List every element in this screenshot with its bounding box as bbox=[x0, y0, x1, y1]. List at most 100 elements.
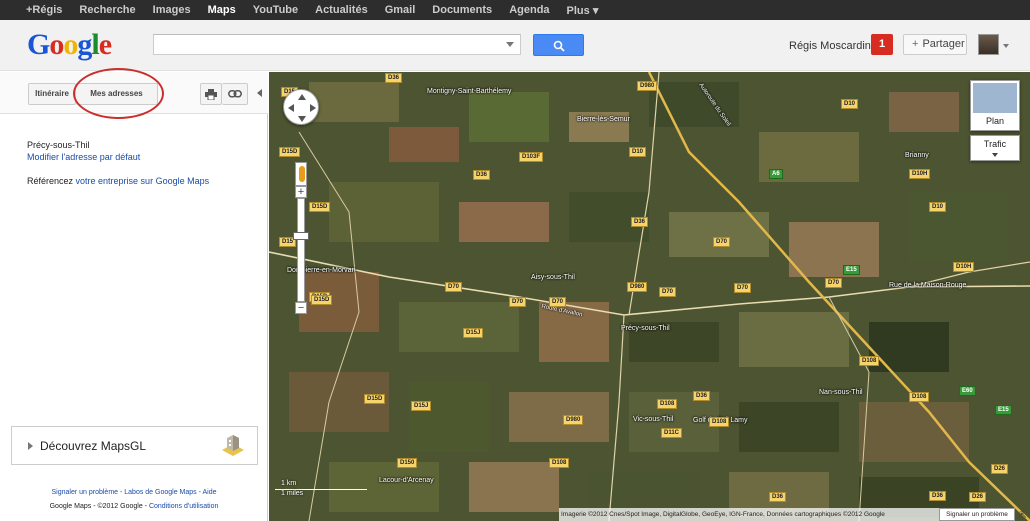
copyright-text: Google Maps - ©2012 Google - bbox=[49, 503, 149, 510]
road-label: D10 bbox=[841, 99, 859, 109]
avatar[interactable] bbox=[978, 34, 999, 55]
town-label: Nan-sous-Thil bbox=[819, 389, 863, 396]
gbar-item-1[interactable]: Recherche bbox=[79, 4, 135, 16]
search-dropdown-icon[interactable] bbox=[506, 42, 514, 47]
pan-arrows-icon bbox=[288, 94, 316, 122]
modify-default-address-link[interactable]: Modifier l'adresse par défaut bbox=[27, 152, 140, 162]
road-label: D36 bbox=[693, 391, 711, 401]
road-label: D15J bbox=[411, 401, 432, 411]
road-label: D108 bbox=[549, 458, 570, 468]
notification-badge[interactable]: 1 bbox=[871, 34, 893, 55]
town-label: Bierre-lès-Semur bbox=[577, 116, 630, 123]
gbar-item-5[interactable]: Actualités bbox=[315, 4, 368, 16]
road-label: D15D bbox=[309, 202, 331, 212]
share-button[interactable]: + Partager bbox=[903, 34, 967, 55]
gbar-item-7[interactable]: Documents bbox=[432, 4, 492, 16]
plus-icon: + bbox=[912, 38, 919, 50]
road-label: D108 bbox=[657, 399, 678, 409]
map-view[interactable]: Montigny-Saint-Barthélemy Bierre-lès-Semu… bbox=[269, 72, 1030, 521]
road-label: D15D bbox=[311, 295, 333, 305]
business-link[interactable]: votre entreprise sur Google Maps bbox=[76, 176, 210, 186]
town-label: Vic-sous-Thil bbox=[633, 416, 674, 423]
satellite-imagery bbox=[269, 72, 1030, 521]
road-label: D11C bbox=[661, 428, 683, 438]
road-label: D10H bbox=[909, 169, 931, 179]
annotation-circle bbox=[73, 68, 164, 119]
search-icon bbox=[553, 40, 565, 52]
zoom-slider-track[interactable] bbox=[297, 198, 305, 302]
map-attribution: Imagerie ©2012 Cnes/Spot Image, DigitalG… bbox=[559, 508, 939, 521]
road-label: D10 bbox=[929, 202, 947, 212]
scale-miles: 1 miles bbox=[281, 490, 304, 497]
road-label: D980 bbox=[563, 415, 584, 425]
location-title: Précy-sous-Thil bbox=[27, 140, 90, 150]
pan-control[interactable] bbox=[283, 89, 319, 125]
road-label: D70 bbox=[734, 283, 752, 293]
road-label: D980 bbox=[637, 81, 658, 91]
town-label: Précy-sous-Thil bbox=[621, 325, 670, 332]
gbar-item-0[interactable]: +Régis bbox=[26, 4, 62, 16]
zoom-out-button[interactable]: − bbox=[295, 302, 307, 314]
road-label: E15 bbox=[995, 405, 1012, 415]
map-type-plan-button[interactable]: Plan bbox=[970, 80, 1020, 131]
gbar-item-2[interactable]: Images bbox=[153, 4, 191, 16]
mapsgl-promo[interactable]: Découvrez MapsGL bbox=[11, 426, 258, 465]
report-problem-button[interactable]: Signaler un problème bbox=[939, 508, 1015, 521]
map-thumbnail-icon bbox=[973, 83, 1017, 113]
chevron-right-icon bbox=[28, 442, 33, 450]
expand-icon[interactable]: ⇱ bbox=[1017, 509, 1029, 521]
ref-prefix: Référencez bbox=[27, 176, 76, 186]
traffic-button[interactable]: Trafic bbox=[970, 135, 1020, 161]
road-label: D70 bbox=[713, 237, 731, 247]
conditions-link[interactable]: Conditions d'utilisation bbox=[149, 503, 218, 510]
scale-km: 1 km bbox=[281, 480, 297, 487]
gbar-item-9[interactable]: Plus ▾ bbox=[567, 4, 599, 17]
footer-copyright: Google Maps - ©2012 Google - Conditions … bbox=[0, 503, 268, 510]
share-label: Partager bbox=[922, 38, 965, 50]
road-label: D26 bbox=[969, 492, 987, 502]
road-label: E60 bbox=[959, 386, 976, 396]
user-name[interactable]: Régis Moscardini bbox=[789, 40, 873, 52]
road-label: D70 bbox=[549, 297, 567, 307]
town-label: Brianny bbox=[905, 152, 929, 159]
tab-itineraire[interactable]: Itinéraire bbox=[28, 83, 76, 105]
gbar-item-6[interactable]: Gmail bbox=[385, 4, 416, 16]
road-label: D36 bbox=[385, 73, 403, 83]
road-label: D10H bbox=[953, 262, 975, 272]
printer-icon bbox=[205, 89, 217, 101]
road-label: D108 bbox=[859, 356, 880, 366]
town-label: Montigny-Saint-Barthélemy bbox=[427, 88, 512, 95]
road-label: D108 bbox=[909, 392, 930, 402]
gbar-item-3[interactable]: Maps bbox=[208, 4, 236, 16]
google-bar-nav: +Régis Recherche Images Maps YouTube Actualit… bbox=[0, 0, 1030, 20]
town-label: Rue de la Maison-Rouge bbox=[889, 282, 967, 289]
street-view-pegman-icon[interactable] bbox=[295, 162, 307, 186]
road-label: D150 bbox=[397, 458, 418, 468]
map-scale: 1 km 1 miles bbox=[275, 479, 367, 499]
road-label: D70 bbox=[659, 287, 677, 297]
link-button[interactable] bbox=[222, 83, 248, 105]
gbar-item-4[interactable]: YouTube bbox=[253, 4, 298, 16]
mapsgl-cube-icon bbox=[222, 435, 244, 456]
gbar-item-8[interactable]: Agenda bbox=[509, 4, 549, 16]
chevron-down-icon[interactable] bbox=[1003, 44, 1009, 48]
road-label: D36 bbox=[929, 491, 947, 501]
link-icon bbox=[227, 90, 242, 98]
road-label: D15J bbox=[463, 328, 484, 338]
zoom-slider-handle[interactable] bbox=[293, 232, 309, 240]
search-button[interactable] bbox=[533, 34, 584, 56]
road-label: D15D bbox=[279, 147, 301, 157]
road-label: D36 bbox=[769, 492, 787, 502]
header: Google Régis Moscardini 1 + Partager bbox=[0, 20, 1030, 71]
road-label: A6 bbox=[769, 169, 783, 179]
zoom-in-button[interactable]: + bbox=[295, 186, 307, 198]
search-input[interactable] bbox=[153, 34, 521, 55]
collapse-panel-icon[interactable] bbox=[257, 89, 262, 97]
town-label: Aisy-sous-Thil bbox=[531, 274, 575, 281]
road-label: D70 bbox=[825, 278, 843, 288]
footer-links[interactable]: Signaler un problème - Labos de Google M… bbox=[0, 489, 268, 496]
google-logo[interactable]: Google bbox=[27, 28, 112, 62]
map-type-label: Plan bbox=[985, 116, 1004, 126]
road-label: D103F bbox=[519, 152, 544, 162]
print-button[interactable] bbox=[200, 83, 222, 105]
